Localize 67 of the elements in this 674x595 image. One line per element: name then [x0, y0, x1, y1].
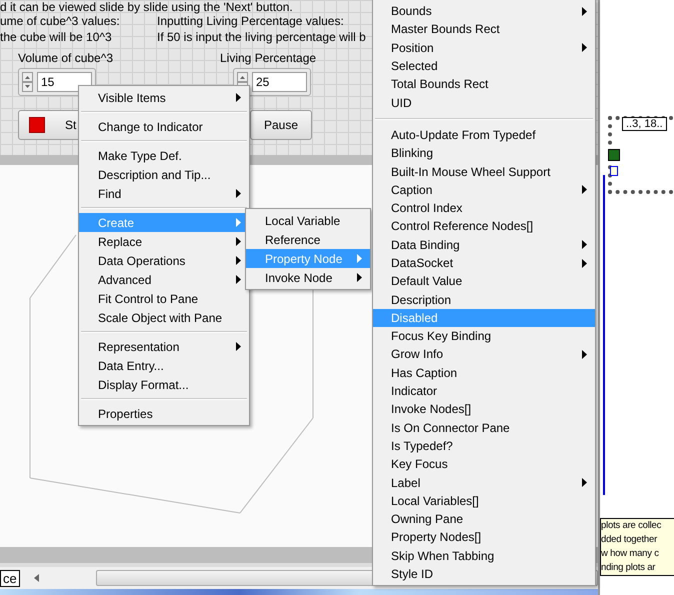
menu-item[interactable]: Key Focus [373, 455, 595, 474]
menu-item[interactable]: Label [373, 473, 595, 492]
panel-button[interactable]: Pause [250, 110, 312, 140]
menu-item[interactable]: UID [373, 93, 595, 112]
numeric-field[interactable]: 25 [252, 72, 307, 92]
menu-item[interactable]: Fit Control to Pane [79, 289, 249, 308]
menu-item[interactable]: Description [373, 290, 595, 309]
numeric-field[interactable]: 15 [37, 72, 92, 92]
menu-item[interactable]: Position [373, 38, 595, 57]
menu-item[interactable]: Control Reference Nodes[] [373, 217, 595, 236]
menu-item[interactable]: Control Index [373, 198, 595, 218]
menu-item[interactable]: Focus Key Binding [373, 327, 595, 346]
comment-text: plots are collec [601, 519, 662, 533]
menu-item[interactable]: Default Value [373, 272, 595, 290]
menu-item[interactable]: Property Nodes[] [373, 528, 595, 547]
menu-item[interactable]: Blinking [373, 144, 595, 162]
scroll-left-icon[interactable] [34, 574, 40, 582]
menu-item[interactable]: Data Entry... [79, 356, 249, 375]
menu-item[interactable]: Data Binding [373, 236, 595, 254]
menu-item[interactable]: Caption [373, 180, 595, 199]
menu-item[interactable]: Total Bounds Rect [373, 75, 595, 94]
menu-item[interactable]: Description and Tip... [79, 165, 249, 184]
label-text: ce [0, 570, 20, 586]
menu-item[interactable]: Owning Pane [373, 510, 595, 528]
menu-item[interactable]: Local Variable [246, 211, 370, 230]
menu-item[interactable]: Indicator [373, 382, 595, 400]
instruction-text: the cube will be 10^3 [0, 29, 113, 45]
menu-item[interactable]: Display Format... [79, 375, 249, 394]
menu-item[interactable]: Auto-Update From Typedef [373, 126, 595, 144]
menu-item[interactable]: Grow Info [373, 345, 595, 364]
menu-item[interactable]: Style ID [373, 564, 595, 584]
menu-item[interactable]: Selected [373, 56, 595, 76]
menu-item[interactable]: Representation [79, 337, 249, 356]
unknown-terminal-icon [610, 166, 618, 176]
menu-item[interactable]: Find [79, 184, 249, 203]
menu-item[interactable]: Replace [79, 232, 249, 251]
instruction-text: d it can be viewed slide by slide using the 'Next' button. [0, 0, 293, 14]
menu-item[interactable]: Reference [246, 230, 370, 249]
menu-item[interactable]: Is On Connector Pane [373, 418, 595, 437]
terminal-icon [608, 149, 620, 161]
menu-item[interactable]: Make Type Def. [79, 146, 249, 165]
instruction-text: Inputting Living Percentage values: [157, 14, 345, 29]
comment-text: nding plots ar [601, 561, 656, 575]
comment-text: dded together [601, 533, 658, 547]
menu-item[interactable]: Data Operations [79, 251, 249, 270]
menu-item[interactable]: Built-In Mouse Wheel Support [373, 162, 595, 181]
array-index-label: ..3, 18.. [622, 117, 667, 131]
numeric-control[interactable]: 25 [233, 68, 311, 96]
instruction-text: ume of cube^3 values: [0, 13, 121, 29]
menu-item[interactable]: Scale Object with Pane [79, 308, 249, 327]
control-label: Volume of cube^3 [18, 51, 114, 65]
numeric-control[interactable]: 15 [18, 68, 96, 96]
menu-item[interactable]: Advanced [79, 270, 249, 289]
menu-item[interactable]: Has Caption [373, 364, 595, 382]
menu-item[interactable]: Bounds [373, 2, 595, 20]
control-label: Living Percentage [220, 51, 316, 65]
menu-item[interactable]: DataSocket [373, 254, 595, 272]
menu-item[interactable]: Local Variables[] [373, 492, 595, 510]
instruction-text: If 50 is input the living percentage will b [157, 29, 366, 45]
menu-item[interactable]: Invoke Node [246, 268, 370, 287]
stop-icon [29, 117, 45, 133]
menu-item[interactable]: Properties [79, 404, 249, 423]
menu-item[interactable]: Invoke Nodes[] [373, 400, 595, 419]
menu-item[interactable]: Is Typedef? [373, 436, 595, 456]
comment-text: w how many c [601, 547, 660, 561]
menu-item[interactable]: Master Bounds Rect [373, 20, 595, 39]
spin-arrows-icon[interactable] [22, 72, 33, 92]
